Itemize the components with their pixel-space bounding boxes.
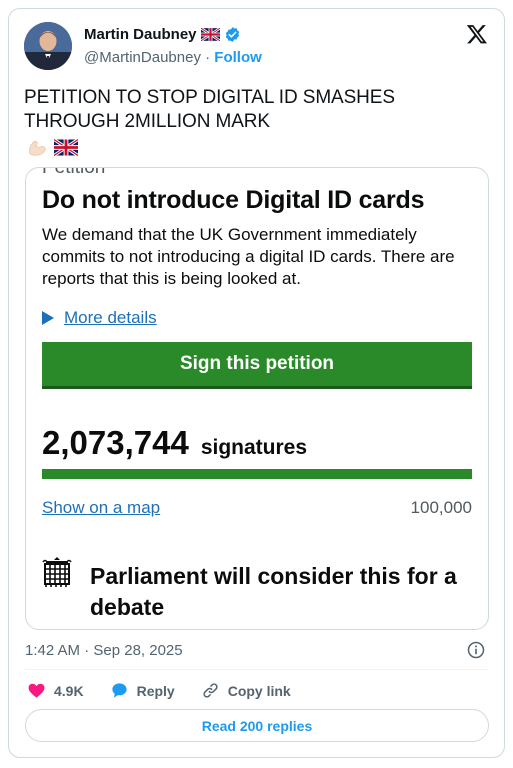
sign-petition-button: Sign this petition bbox=[42, 342, 472, 386]
signature-label: signatures bbox=[200, 436, 308, 459]
avatar[interactable] bbox=[24, 22, 72, 70]
parliament-debate-text: Parliament will consider this for a deba… bbox=[90, 563, 457, 620]
handle-row: @MartinDaubney · Follow bbox=[84, 49, 262, 66]
show-on-map-link: Show on a map bbox=[42, 498, 161, 517]
disclosure-triangle-icon bbox=[42, 311, 54, 325]
author-handle[interactable]: @MartinDaubney bbox=[84, 49, 201, 66]
tweet-card: Martin Daubney @MartinDaubney · Follow P… bbox=[8, 8, 505, 758]
link-icon bbox=[203, 683, 218, 698]
copy-link-button[interactable]: Copy link bbox=[201, 681, 291, 700]
follow-button[interactable]: Follow bbox=[214, 49, 262, 66]
petition-cut-label: Petition bbox=[42, 167, 106, 178]
reply-label: Reply bbox=[136, 682, 175, 699]
heart-icon bbox=[28, 683, 45, 698]
info-icon[interactable] bbox=[466, 640, 486, 660]
more-details-link: More details bbox=[64, 308, 157, 327]
reply-button[interactable]: Reply bbox=[110, 681, 175, 700]
more-details-toggle: More details bbox=[42, 308, 157, 328]
action-bar: 4.9K Reply Copy link bbox=[27, 681, 317, 700]
author-name[interactable]: Martin Daubney bbox=[84, 26, 197, 43]
copy-link-label: Copy link bbox=[227, 682, 291, 699]
uk-flag-icon bbox=[54, 138, 78, 156]
signature-count: 2,073,744 bbox=[42, 424, 189, 461]
x-logo-icon[interactable] bbox=[466, 23, 488, 45]
divider bbox=[25, 669, 489, 670]
debate-threshold: 100,000 bbox=[410, 498, 472, 517]
portcullis-icon bbox=[42, 557, 72, 587]
petition-screenshot[interactable]: Petition Do not introduce Digital ID car… bbox=[25, 167, 489, 630]
signature-progress-bar bbox=[42, 469, 472, 479]
separator: · bbox=[200, 49, 215, 66]
progress-fill bbox=[42, 469, 472, 479]
like-button[interactable]: 4.9K bbox=[27, 681, 84, 700]
read-replies-button[interactable]: Read 200 replies bbox=[25, 709, 489, 742]
uk-flag-icon bbox=[200, 28, 220, 41]
petition-title: Do not introduce Digital ID cards bbox=[42, 186, 425, 214]
tweet-timestamp[interactable]: 1:42 AM · Sep 28, 2025 bbox=[25, 642, 183, 659]
flexed-biceps-icon bbox=[29, 140, 46, 156]
avatar-photo bbox=[24, 22, 72, 70]
signature-row: 2,073,744 signatures bbox=[42, 424, 307, 462]
verified-badge-icon bbox=[225, 27, 239, 42]
like-count: 4.9K bbox=[54, 682, 84, 699]
tweet-emojis bbox=[26, 136, 78, 158]
tweet-text: PETITION TO STOP DIGITAL ID SMASHES THRO… bbox=[24, 87, 395, 132]
reply-bubble-icon bbox=[111, 683, 127, 698]
petition-description: We demand that the UK Government immedia… bbox=[42, 225, 455, 288]
